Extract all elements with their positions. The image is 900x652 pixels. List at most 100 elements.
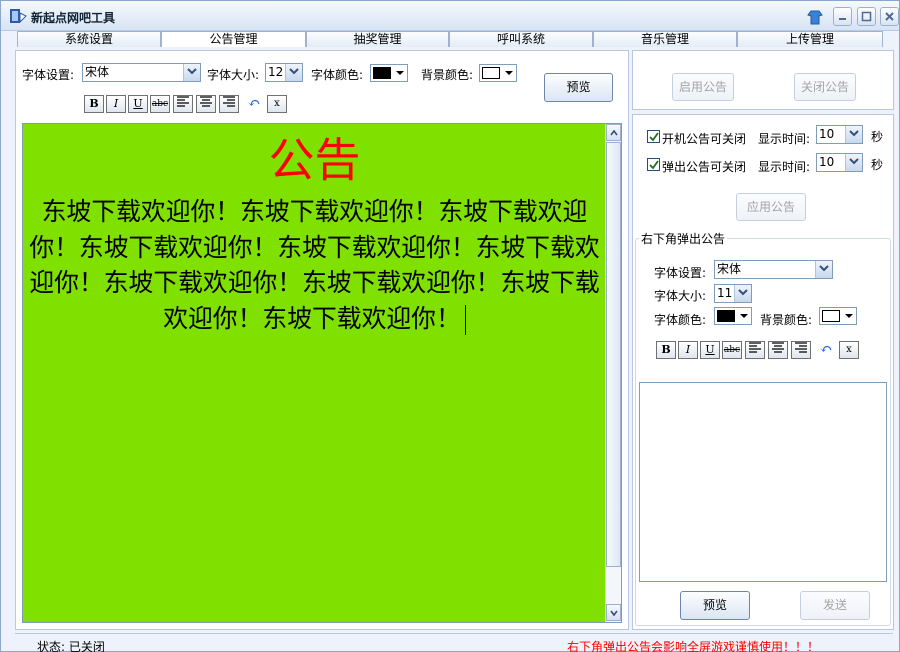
tab-announcement[interactable]: 公告管理 (161, 31, 306, 47)
chevron-down-icon (285, 64, 302, 81)
editor-scrollbar[interactable] (605, 124, 621, 622)
popup-underline-button[interactable]: U (700, 341, 720, 359)
status-warning: 右下角弹出公告会影响全屏游戏谨慎使用！！！ (566, 640, 819, 652)
bold-button[interactable]: B (84, 95, 104, 113)
status-bar: 状态: 已关闭 右下角弹出公告会影响全屏游戏谨慎使用！！！ (15, 633, 893, 652)
send-button[interactable]: 发送 (800, 591, 870, 620)
startup-closable-label: 开机公告可关闭 (662, 132, 747, 146)
popup-align-center-button[interactable] (768, 341, 788, 359)
scroll-down-button[interactable] (606, 604, 621, 621)
align-right-button[interactable] (219, 95, 239, 113)
status-text: 状态: 已关闭 (37, 640, 105, 652)
startup-time-select[interactable]: 10 (816, 125, 863, 144)
checkmark-icon (649, 160, 659, 170)
align-center-button[interactable] (196, 95, 216, 113)
align-left-icon (177, 96, 189, 107)
chevron-down-icon (183, 64, 200, 81)
tab-system-settings[interactable]: 系统设置 (17, 31, 161, 47)
font-select[interactable]: 宋体 (82, 63, 201, 82)
popup-preview-button[interactable]: 预览 (680, 591, 750, 620)
popup-font-label: 字体设置: (654, 266, 707, 280)
size-select-value: 12 (268, 65, 284, 79)
apply-announcement-button[interactable]: 应用公告 (736, 193, 806, 221)
popup-format-toolbar: B I U abc ↶ x (656, 341, 866, 359)
popup-font-select[interactable]: 宋体 (714, 260, 833, 279)
dropdown-arrow-icon (396, 71, 404, 75)
announcement-body: 东坡下载欢迎你！东坡下载欢迎你！东坡下载欢迎你！东坡下载欢迎你！东坡下载欢迎你！… (29, 194, 600, 336)
popup-closable-label: 弹出公告可关闭 (662, 160, 747, 174)
popup-clear-format-button[interactable]: x (839, 341, 859, 359)
underline-button[interactable]: U (128, 95, 148, 113)
bg-color-label: 背景颜色: (421, 68, 474, 82)
popup-closable-checkbox[interactable] (647, 158, 660, 171)
popup-italic-button[interactable]: I (678, 341, 698, 359)
clear-format-button[interactable]: x (267, 95, 287, 113)
popup-bg-color-swatch (822, 310, 840, 322)
popup-time-label: 显示时间: (758, 160, 811, 174)
font-color-label: 字体颜色: (311, 68, 364, 82)
undo-button[interactable]: ↶ (244, 95, 264, 113)
scroll-up-button[interactable] (606, 124, 621, 141)
bg-color-swatch (482, 67, 500, 79)
chevron-up-icon (610, 130, 618, 136)
announcement-body-text: 东坡下载欢迎你！东坡下载欢迎你！东坡下载欢迎你！东坡下载欢迎你！东坡下载欢迎你！… (29, 197, 600, 333)
popup-time-unit: 秒 (871, 158, 884, 172)
enable-announcement-button[interactable]: 启用公告 (672, 73, 734, 101)
title-bar: 新起点网吧工具 (1, 1, 899, 31)
popup-undo-button[interactable]: ↶ (816, 341, 836, 359)
popup-size-label: 字体大小: (654, 289, 707, 303)
font-color-swatch (373, 67, 391, 79)
bg-color-picker[interactable] (479, 64, 517, 82)
announcement-title: 公告 (268, 133, 361, 187)
minimize-button[interactable] (833, 7, 852, 26)
chevron-down-icon (815, 261, 832, 278)
popup-align-left-button[interactable] (745, 341, 765, 359)
text-caret (464, 305, 466, 335)
popup-bg-color-picker[interactable] (819, 307, 857, 325)
align-right-icon (223, 96, 235, 107)
align-right-icon (795, 342, 807, 353)
dropdown-arrow-icon (740, 314, 748, 318)
popup-font-color-swatch (717, 310, 735, 322)
tab-lottery[interactable]: 抽奖管理 (306, 31, 449, 47)
startup-time-value: 10 (819, 127, 835, 141)
startup-time-label: 显示时间: (758, 132, 811, 146)
tab-call-system[interactable]: 呼叫系统 (449, 31, 593, 47)
scroll-thumb[interactable] (606, 142, 621, 567)
skin-icon[interactable] (805, 7, 824, 26)
format-toolbar: B I U abc ↶ x (84, 95, 294, 113)
app-window: 新起点网吧工具 系统设置 公告管理 抽奖管理 呼叫系统 音乐管理 上传管理 字体… (0, 0, 900, 652)
maximize-button[interactable] (857, 7, 876, 26)
popup-bold-button[interactable]: B (656, 341, 676, 359)
font-label: 字体设置: (22, 68, 75, 82)
align-left-button[interactable] (173, 95, 193, 113)
size-label: 字体大小: (207, 68, 260, 82)
startup-closable-checkbox[interactable] (647, 130, 660, 143)
italic-button[interactable]: I (106, 95, 126, 113)
popup-strikethrough-button[interactable]: abc (722, 341, 742, 359)
popup-size-value: 11 (717, 286, 733, 300)
disable-announcement-button[interactable]: 关闭公告 (794, 73, 856, 101)
close-button[interactable] (880, 7, 899, 26)
dropdown-arrow-icon (845, 314, 853, 318)
startup-time-unit: 秒 (871, 130, 884, 144)
tab-music[interactable]: 音乐管理 (593, 31, 737, 47)
popup-font-color-picker[interactable] (714, 307, 752, 325)
font-color-picker[interactable] (370, 64, 408, 82)
popup-align-right-button[interactable] (791, 341, 811, 359)
popup-size-select[interactable]: 11 (714, 284, 752, 303)
popup-group-title: 右下角弹出公告 (639, 230, 728, 247)
announcement-editor[interactable]: 公告 东坡下载欢迎你！东坡下载欢迎你！东坡下载欢迎你！东坡下载欢迎你！东坡下载欢… (22, 123, 622, 623)
window-title: 新起点网吧工具 (31, 11, 116, 25)
preview-button[interactable]: 预览 (544, 73, 613, 102)
popup-message-textarea[interactable] (639, 382, 887, 582)
popup-time-select[interactable]: 10 (816, 153, 863, 172)
align-center-icon (772, 342, 784, 353)
font-select-value: 宋体 (85, 65, 110, 79)
chevron-down-icon (845, 154, 862, 171)
strikethrough-button[interactable]: abc (150, 95, 170, 113)
size-select[interactable]: 12 (265, 63, 303, 82)
popup-bg-color-label: 背景颜色: (760, 313, 813, 327)
align-center-icon (200, 96, 212, 107)
tab-upload[interactable]: 上传管理 (737, 31, 883, 47)
